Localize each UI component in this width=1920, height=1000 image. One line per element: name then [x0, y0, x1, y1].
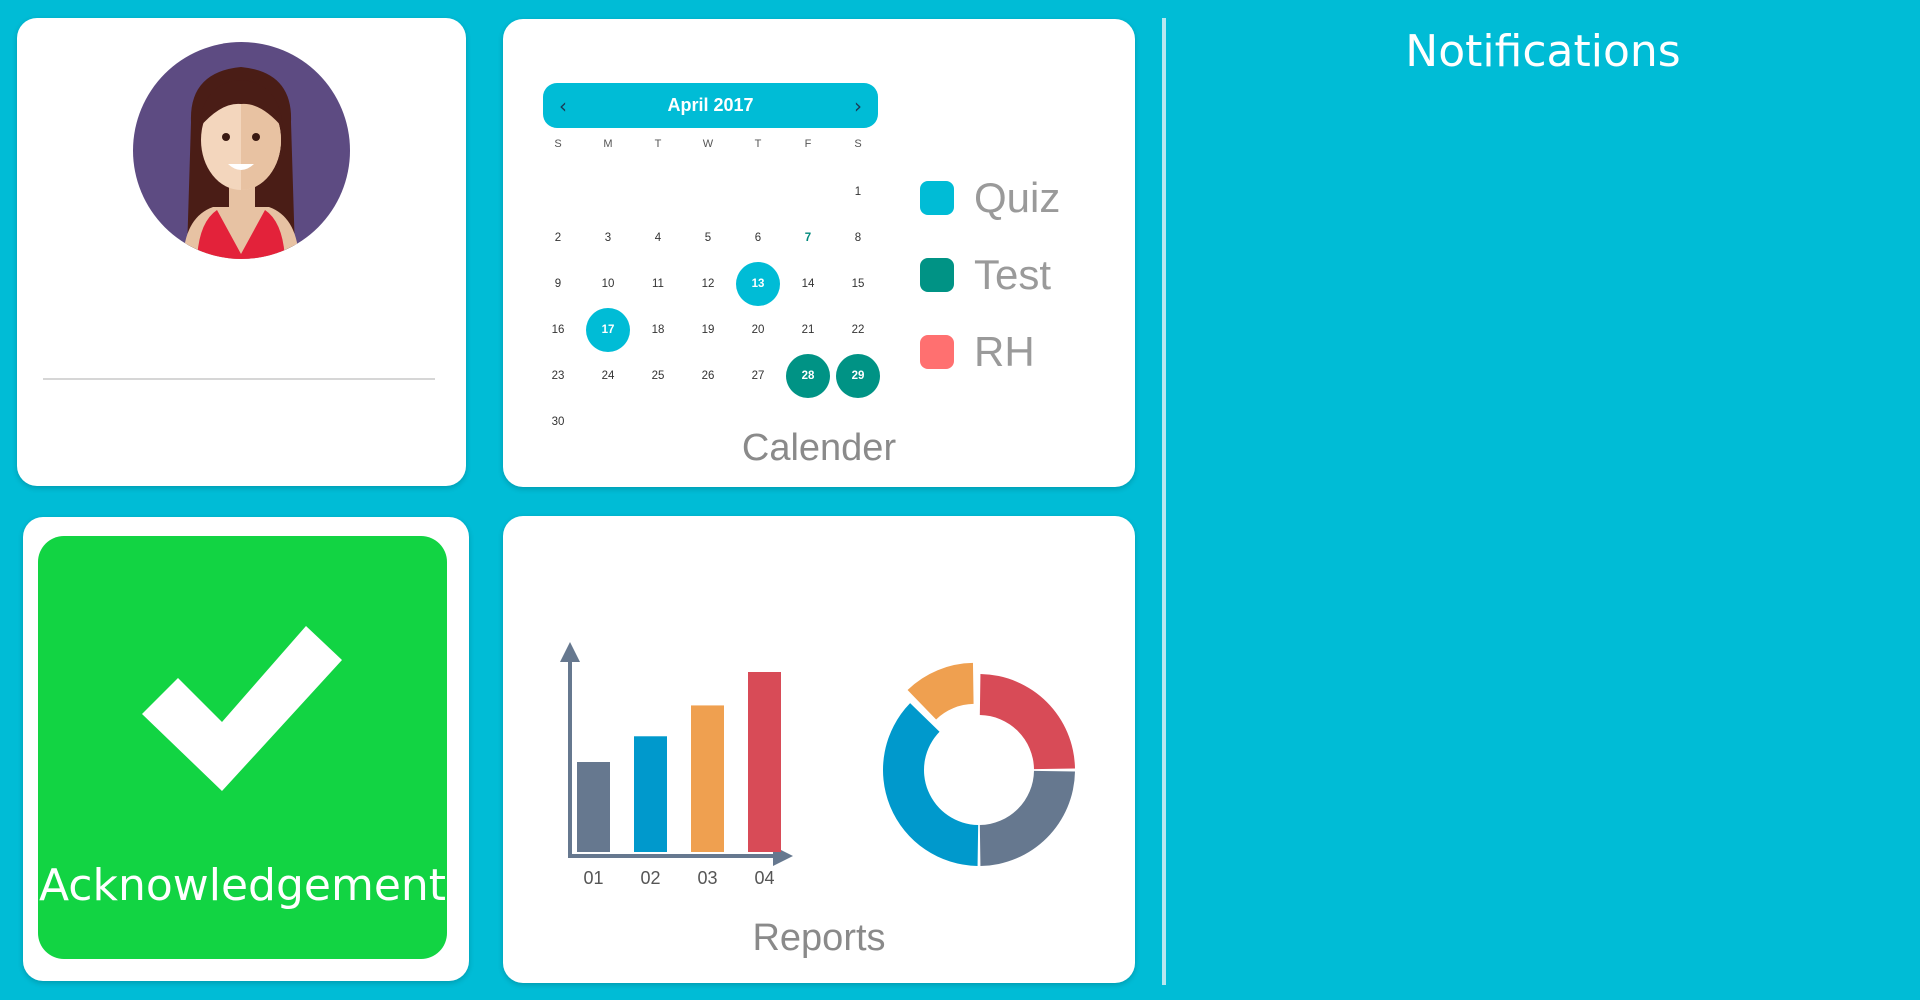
calendar-weekdays: SMTWTFS — [533, 138, 883, 150]
calendar-day-26[interactable]: 26 — [683, 353, 733, 399]
legend-label: RH — [974, 327, 1035, 375]
reports-title[interactable]: Reports — [503, 917, 1135, 960]
calendar-empty-cell — [683, 169, 733, 215]
calendar-day-21[interactable]: 21 — [783, 307, 833, 353]
calendar-day-4[interactable]: 4 — [633, 215, 683, 261]
calendar-header: ‹ April 2017 › — [543, 83, 878, 128]
calendar-empty-cell — [583, 169, 633, 215]
donut-chart-icon[interactable] — [869, 654, 1089, 874]
bar-chart-icon[interactable]: 01 02 03 04 — [533, 638, 833, 898]
bar-label: 03 — [697, 868, 717, 888]
calendar-day-19[interactable]: 19 — [683, 307, 733, 353]
calendar-day-20[interactable]: 20 — [733, 307, 783, 353]
weekday-label: M — [603, 138, 613, 150]
calendar-day-15[interactable]: 15 — [833, 261, 883, 307]
acknowledgement-card: Acknowledgement — [23, 517, 469, 981]
calendar-day-14[interactable]: 14 — [783, 261, 833, 307]
weekday-label: T — [754, 138, 762, 150]
acknowledgement-button[interactable]: Acknowledgement — [38, 536, 447, 959]
legend-label: Quiz — [974, 173, 1061, 221]
bar-label: 01 — [583, 868, 603, 888]
calendar-title[interactable]: Calender — [503, 427, 1135, 470]
reports-card: 01 02 03 04 Reports — [503, 516, 1135, 983]
bar-label: 02 — [640, 868, 660, 888]
weekday-label: W — [702, 138, 714, 150]
calendar-day-7[interactable]: 7 — [783, 215, 833, 261]
calendar-day-24[interactable]: 24 — [583, 353, 633, 399]
calendar-day-28[interactable]: 28 — [783, 353, 833, 399]
acknowledgement-label: Acknowledgement — [38, 860, 447, 911]
legend-item-test: Test — [920, 236, 1060, 313]
legend-swatch-quiz — [920, 180, 954, 215]
profile-divider — [43, 378, 435, 380]
calendar-day-29[interactable]: 29 — [833, 353, 883, 399]
calendar-day-25[interactable]: 25 — [633, 353, 683, 399]
legend-item-quiz: Quiz — [920, 159, 1060, 236]
calendar-month-label: April 2017 — [667, 95, 754, 115]
calendar-day-18[interactable]: 18 — [633, 307, 683, 353]
bar-02 — [634, 736, 667, 852]
calendar-day-13[interactable]: 13 — [733, 261, 783, 307]
legend-swatch-rh — [920, 334, 954, 369]
weekday-label: F — [804, 138, 812, 150]
weekday-label: T — [654, 138, 662, 150]
calendar-day-17[interactable]: 17 — [583, 307, 633, 353]
checkmark-icon — [142, 626, 342, 791]
calendar-day-22[interactable]: 22 — [833, 307, 883, 353]
chevron-right-icon[interactable]: › — [838, 83, 878, 128]
woman-avatar-icon[interactable] — [133, 42, 350, 259]
bar-03 — [691, 705, 724, 852]
calendar-empty-cell — [783, 169, 833, 215]
weekday-label: S — [854, 138, 862, 150]
calendar-day-6[interactable]: 6 — [733, 215, 783, 261]
bar-label: 04 — [754, 868, 774, 888]
calendar-empty-cell — [733, 169, 783, 215]
calendar-day-10[interactable]: 10 — [583, 261, 633, 307]
calendar-day-11[interactable]: 11 — [633, 261, 683, 307]
legend-label: Test — [974, 250, 1052, 298]
calendar-empty-cell — [533, 169, 583, 215]
bar-04 — [748, 672, 781, 852]
profile-card — [17, 18, 466, 486]
calendar-day-2[interactable]: 2 — [533, 215, 583, 261]
calendar-day-5[interactable]: 5 — [683, 215, 733, 261]
legend-item-rh: RH — [920, 313, 1060, 390]
donut-segment — [979, 770, 1075, 866]
calendar-grid: 1 2 3 4 5 6 7 8 9 10 11 12 13 14 15 16 17 18 19 20 21 22 23 24 2… — [533, 169, 883, 445]
weekday-label: S — [554, 138, 562, 150]
calendar-day-27[interactable]: 27 — [733, 353, 783, 399]
calendar-day-12[interactable]: 12 — [683, 261, 733, 307]
legend-swatch-test — [920, 257, 954, 292]
donut-segment — [979, 674, 1075, 770]
calendar-card: ‹ April 2017 › SMTWTFS 1 2 3 4 5 6 7 8 9 10 11 12 13… — [503, 19, 1135, 487]
bar-01 — [577, 762, 610, 852]
notifications-title: Notifications — [1405, 26, 1681, 77]
vertical-divider — [1162, 18, 1166, 985]
calendar-day-1[interactable]: 1 — [833, 169, 883, 215]
calendar-day-16[interactable]: 16 — [533, 307, 583, 353]
calendar-day-3[interactable]: 3 — [583, 215, 633, 261]
calendar-day-9[interactable]: 9 — [533, 261, 583, 307]
calendar-day-23[interactable]: 23 — [533, 353, 583, 399]
calendar-legend: Quiz Test RH — [920, 159, 1060, 390]
donut-segment — [883, 703, 979, 866]
calendar-empty-cell — [633, 169, 683, 215]
calendar-day-8[interactable]: 8 — [833, 215, 883, 261]
